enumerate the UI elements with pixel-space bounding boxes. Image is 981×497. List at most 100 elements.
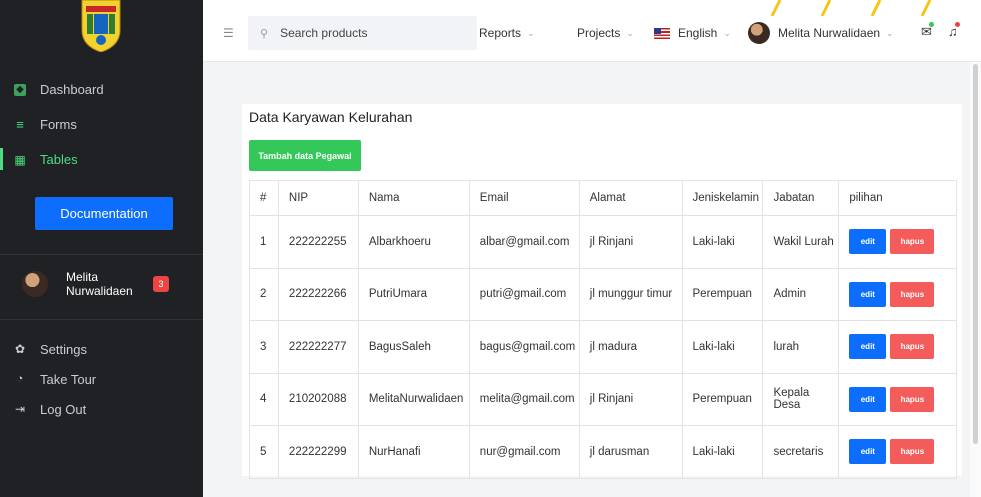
delete-button[interactable]: hapus: [890, 229, 935, 255]
table-row: 4 210202088 MelitaNurwalidaen melita@gmail.…: [249, 372, 957, 426]
delete-button[interactable]: hapus: [890, 334, 935, 360]
sidebar-divider: [0, 254, 203, 255]
table-cell: 4: [249, 372, 279, 426]
user-menu-dropdown[interactable]: Melita Nurwalidaen ⌄: [748, 22, 894, 44]
table-cell: 1: [249, 215, 279, 269]
messages-icon[interactable]: ✉: [921, 22, 934, 40]
dashboard-icon: ◆: [14, 83, 26, 96]
sidebar-item-log-out[interactable]: ⇥ Log Out: [0, 394, 203, 424]
edit-button[interactable]: edit: [849, 334, 887, 360]
table-cell: 2: [249, 267, 279, 321]
table-cell: Kepala Desa: [762, 372, 840, 426]
table-cell: Admin: [762, 267, 840, 321]
sidebar-item-take-tour[interactable]: ◔ Take Tour: [0, 364, 203, 394]
chevron-down-icon: ⌄: [527, 27, 535, 38]
table-row: 3 222222277 BagusSaleh bagus@gmail.com jl ma…: [249, 320, 957, 374]
search-box[interactable]: ⚲: [248, 16, 477, 50]
notification-count-badge: 3: [153, 276, 169, 292]
table-cell: jl Rinjani: [578, 215, 683, 269]
page-scrollbar-thumb[interactable]: [973, 64, 978, 444]
sidebar-user-card[interactable]: Melita Nurwalidaen 3: [22, 270, 182, 298]
table-body: 1 222222255 Albarkhoeru albar@gmail.com jl R…: [249, 215, 957, 479]
table-cell: Laki-laki: [681, 425, 764, 479]
bell-icon[interactable]: ♫: [948, 22, 960, 39]
column-header: Email: [468, 180, 580, 216]
chevron-down-icon: ⌄: [886, 27, 894, 38]
projects-dropdown[interactable]: Projects ⌄: [577, 26, 634, 40]
edit-button[interactable]: edit: [849, 281, 887, 307]
table-cell: nur@gmail.com: [468, 425, 580, 479]
table-cell: 222222255: [277, 215, 359, 269]
search-input[interactable]: [280, 26, 461, 40]
sidebar-item-label: Forms: [40, 117, 77, 132]
delete-button[interactable]: hapus: [890, 439, 935, 465]
reports-dropdown[interactable]: Reports ⌄: [479, 26, 535, 40]
language-label: English: [678, 26, 718, 40]
delete-button[interactable]: hapus: [890, 386, 935, 412]
projects-label: Projects: [577, 26, 621, 40]
add-employee-button[interactable]: Tambah data Pegawai: [249, 140, 361, 171]
table-cell: 5: [249, 425, 279, 479]
sidebar-divider: [0, 319, 203, 320]
column-header: pilihan: [838, 180, 957, 216]
decorative-stripes: [770, 0, 932, 16]
page-title: Data Karyawan Kelurahan: [249, 109, 413, 125]
column-header: Jabatan: [762, 180, 840, 216]
column-header: #: [249, 180, 279, 216]
sidebar-item-label: Take Tour: [40, 371, 97, 387]
sidebar: ◆ Dashboard ≡ Forms ▦ Tables Documentati…: [0, 0, 203, 497]
row-actions: edit hapus: [838, 267, 957, 321]
table-cell: Perempuan: [681, 372, 764, 426]
sidebar-item-settings[interactable]: ✿ Settings: [0, 334, 203, 364]
us-flag-icon: [654, 27, 670, 39]
column-header: NIP: [277, 180, 359, 216]
edit-button[interactable]: edit: [849, 386, 887, 412]
sidebar-item-dashboard[interactable]: ◆ Dashboard: [0, 72, 203, 107]
employee-table-card: Data Karyawan Kelurahan Tambah data Pega…: [242, 104, 962, 479]
chevron-down-icon: ⌄: [723, 27, 731, 38]
search-icon: ⚲: [260, 27, 269, 40]
forms-icon: ≡: [16, 117, 24, 132]
language-dropdown[interactable]: English ⌄: [654, 26, 731, 40]
table-header-row: # NIP Nama Email Alamat Jeniskelamin Jabatan pi…: [249, 180, 957, 216]
logout-icon: ⇥: [14, 402, 26, 416]
edit-button[interactable]: edit: [849, 229, 887, 255]
logo-emblem: [78, 0, 124, 52]
table-cell: MelitaNurwalidaen: [357, 372, 470, 426]
table-cell: 222222299: [277, 425, 359, 479]
column-header: Nama: [357, 180, 470, 216]
documentation-button[interactable]: Documentation: [35, 197, 173, 230]
sidebar-item-forms[interactable]: ≡ Forms: [0, 107, 203, 142]
gear-icon: ✿: [14, 342, 26, 356]
table-cell: putri@gmail.com: [468, 267, 580, 321]
table-cell: 222222277: [277, 320, 359, 374]
row-actions: edit hapus: [838, 372, 957, 426]
tour-icon: ◔: [16, 373, 24, 385]
menu-toggle-icon[interactable]: ☰: [223, 26, 234, 40]
column-header: Alamat: [578, 180, 683, 216]
table-row: 5 222222299 NurHanafi nur@gmail.com jl darus…: [249, 425, 957, 479]
delete-button[interactable]: hapus: [890, 281, 935, 307]
table-cell: jl munggur timur: [578, 267, 683, 321]
sidebar-item-label: Settings: [40, 341, 87, 357]
sidebar-bottom-nav: ✿ Settings ◔ Take Tour ⇥ Log Out: [0, 334, 203, 424]
user-name-label: Melita Nurwalidaen: [778, 26, 881, 40]
employee-table: # NIP Nama Email Alamat Jeniskelamin Jabatan pi…: [249, 180, 957, 479]
table-cell: bagus@gmail.com: [468, 320, 580, 374]
sidebar-item-label: Tables: [40, 152, 78, 167]
table-cell: jl Rinjani: [578, 372, 683, 426]
edit-button[interactable]: edit: [849, 439, 887, 465]
table-cell: jl darusman: [578, 425, 683, 479]
sidebar-user-name: Melita Nurwalidaen: [66, 270, 133, 298]
table-cell: Perempuan: [681, 267, 764, 321]
table-cell: secretaris: [762, 425, 840, 479]
sidebar-item-tables[interactable]: ▦ Tables: [0, 142, 203, 177]
avatar: [22, 271, 48, 297]
chevron-down-icon: ⌄: [626, 27, 634, 38]
row-actions: edit hapus: [838, 320, 957, 374]
reports-label: Reports: [479, 26, 522, 40]
table-cell: lurah: [762, 320, 840, 374]
table-cell: PutriUmara: [357, 267, 470, 321]
column-header: Jeniskelamin: [681, 180, 764, 216]
table-cell: Laki-laki: [681, 320, 764, 374]
